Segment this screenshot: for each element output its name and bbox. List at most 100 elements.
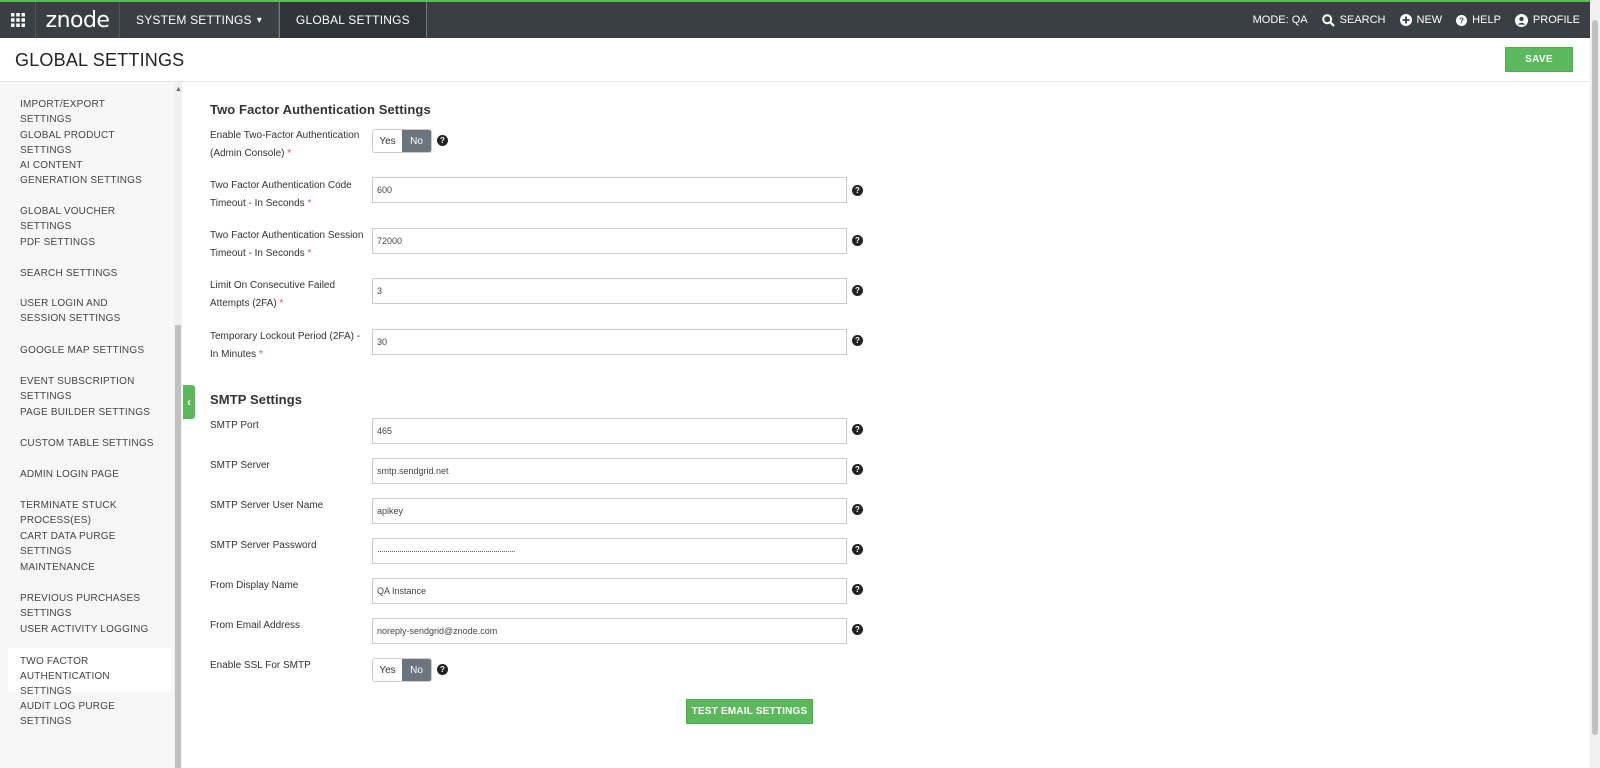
enable-ssl-toggle[interactable]: Yes No	[372, 658, 432, 682]
sidebar-item-event-subscription[interactable]: EVENT SUBSCRIPTION SETTINGS	[8, 374, 171, 404]
question-help-icon[interactable]: ?	[852, 584, 863, 595]
required-mark: *	[279, 298, 284, 309]
page-title: GLOBAL SETTINGS	[15, 50, 185, 70]
page-header: GLOBAL SETTINGS SAVE	[0, 38, 1590, 82]
lockout-period-label-text: Temporary Lockout Period (2FA) - In Minu…	[210, 331, 361, 360]
sidebar-item-terminate-stuck[interactable]: TERMINATE STUCK PROCESS(ES)	[8, 498, 171, 528]
code-timeout-label: Two Factor Authentication Code Timeout -…	[210, 177, 365, 213]
sidebar-item-ai-content[interactable]: AI CONTENT GENERATION SETTINGS	[8, 158, 158, 188]
toggle-no[interactable]: No	[402, 130, 431, 152]
question-help-icon[interactable]: ?	[852, 424, 863, 435]
required-mark: *	[307, 248, 312, 259]
mode-indicator: MODE: QA	[1253, 14, 1308, 26]
test-email-settings-button[interactable]: TEST EMAIL SETTINGS	[686, 699, 813, 724]
enable-ssl-label: Enable SSL For SMTP	[210, 660, 311, 671]
smtp-port-input[interactable]: 465	[372, 418, 847, 444]
app-grid-icon[interactable]	[0, 2, 36, 38]
search-label: SEARCH	[1339, 14, 1386, 26]
svg-text:?: ?	[1459, 16, 1464, 25]
sidebar-item-pdf[interactable]: PDF SETTINGS	[8, 235, 171, 250]
question-help-icon[interactable]: ?	[852, 624, 863, 635]
enable-2fa-toggle[interactable]: Yes No	[372, 129, 432, 153]
smtp-port-label: SMTP Port	[210, 420, 259, 431]
search-icon	[1321, 13, 1335, 27]
profile-button[interactable]: PROFILE	[1514, 13, 1580, 27]
question-help-icon[interactable]: ?	[852, 335, 863, 346]
help-button[interactable]: ? HELP	[1456, 14, 1501, 26]
sidebar-item-maintenance[interactable]: MAINTENANCE	[8, 560, 171, 575]
code-timeout-label-text: Two Factor Authentication Code Timeout -…	[210, 180, 352, 209]
chevron-down-icon: ▾	[256, 14, 262, 26]
new-button[interactable]: NEW	[1399, 14, 1443, 26]
collapse-sidebar-chevron-left-icon[interactable]: ‹	[183, 385, 195, 419]
sidebar-item-google-map[interactable]: GOOGLE MAP SETTINGS	[8, 343, 171, 358]
sidebar-item-search[interactable]: SEARCH SETTINGS	[8, 266, 171, 281]
mode-label: MODE: QA	[1252, 14, 1308, 26]
from-display-name-label: From Display Name	[210, 580, 299, 591]
sidebar-item-global-voucher[interactable]: GLOBAL VOUCHER SETTINGS	[8, 204, 171, 234]
two-factor-section-title: Two Factor Authentication Settings	[210, 102, 431, 117]
smtp-server-label: SMTP Server	[210, 460, 270, 471]
page-scrollbar-thumb[interactable]	[1592, 20, 1598, 735]
question-help-icon[interactable]: ?	[437, 135, 448, 146]
smtp-section-title: SMTP Settings	[210, 392, 303, 407]
profile-label: PROFILE	[1532, 14, 1580, 26]
enable-2fa-label: Enable Two-Factor Authentication (Admin …	[210, 127, 365, 163]
lockout-period-input[interactable]: 30	[372, 329, 847, 355]
sidebar-item-custom-table[interactable]: CUSTOM TABLE SETTINGS	[8, 436, 171, 451]
question-help-icon[interactable]: ?	[852, 285, 863, 296]
sidebar-item-page-builder[interactable]: PAGE BUILDER SETTINGS	[8, 405, 171, 420]
nav-system-settings[interactable]: SYSTEM SETTINGS ▾	[120, 2, 279, 38]
nav-global-settings[interactable]: GLOBAL SETTINGS	[278, 2, 427, 38]
user-circle-icon	[1514, 13, 1528, 27]
question-help-icon[interactable]: ?	[852, 185, 863, 196]
from-email-label: From Email Address	[210, 620, 301, 631]
sidebar-item-cart-data-purge[interactable]: CART DATA PURGE SETTINGS	[8, 529, 171, 559]
sidebar-item-audit-log-purge[interactable]: AUDIT LOG PURGE SETTINGS	[8, 699, 171, 729]
nav-system-settings-label: SYSTEM SETTINGS	[136, 13, 252, 27]
smtp-server-input[interactable]: smtp.sendgrid.net	[372, 458, 847, 484]
new-label: NEW	[1416, 14, 1443, 26]
failed-attempts-label: Limit On Consecutive Failed Attempts (2F…	[210, 277, 365, 313]
znode-logo[interactable]: znode	[36, 2, 120, 38]
question-help-icon[interactable]: ?	[852, 504, 863, 515]
sidebar-item-user-login[interactable]: USER LOGIN AND SESSION SETTINGS	[8, 296, 158, 326]
from-email-input[interactable]: noreply-sendgrid@znode.com	[372, 618, 847, 644]
sidebar-scrollbar-thumb[interactable]	[175, 325, 181, 768]
from-display-name-input[interactable]: QA Instance	[372, 578, 847, 604]
sidebar-item-two-factor[interactable]: TWO FACTOR AUTHENTICATION SETTINGS	[8, 648, 171, 697]
enable-2fa-label-text: Enable Two-Factor Authentication (Admin …	[210, 130, 360, 159]
failed-attempts-input[interactable]: 3	[372, 278, 847, 304]
top-navigation-bar: znode SYSTEM SETTINGS ▾ GLOBAL SETTINGS …	[0, 0, 1600, 38]
sidebar-item-previous-purchases[interactable]: PREVIOUS PURCHASES SETTINGS	[8, 591, 171, 621]
sidebar-item-import-export[interactable]: IMPORT/EXPORT SETTINGS	[8, 97, 171, 127]
lockout-period-label: Temporary Lockout Period (2FA) - In Minu…	[210, 328, 365, 364]
toggle-no[interactable]: No	[402, 659, 431, 681]
session-timeout-label: Two Factor Authentication Session Timeou…	[210, 227, 365, 263]
plus-circle-icon	[1399, 14, 1412, 26]
question-help-icon[interactable]: ?	[437, 664, 448, 675]
failed-attempts-label-text: Limit On Consecutive Failed Attempts (2F…	[210, 280, 336, 309]
code-timeout-input[interactable]: 600	[372, 177, 847, 203]
required-mark: *	[258, 349, 263, 360]
toggle-yes[interactable]: Yes	[373, 659, 402, 681]
sidebar-item-admin-login-page[interactable]: ADMIN LOGIN PAGE	[8, 467, 171, 482]
question-help-icon[interactable]: ?	[852, 544, 863, 555]
smtp-password-label: SMTP Server Password	[210, 540, 317, 551]
toggle-yes[interactable]: Yes	[373, 130, 402, 152]
sidebar-item-global-product[interactable]: GLOBAL PRODUCT SETTINGS	[8, 128, 171, 158]
sidebar-item-user-activity[interactable]: USER ACTIVITY LOGGING	[8, 622, 171, 637]
session-timeout-input[interactable]: 72000	[372, 228, 847, 254]
required-mark: *	[307, 198, 312, 209]
question-circle-icon: ?	[1456, 14, 1468, 26]
smtp-password-input[interactable]: ········································…	[372, 538, 847, 564]
search-button[interactable]: SEARCH	[1321, 13, 1386, 27]
save-button[interactable]: SAVE	[1505, 47, 1573, 72]
help-label: HELP	[1472, 14, 1501, 26]
question-help-icon[interactable]: ?	[852, 464, 863, 475]
scroll-up-arrow-icon[interactable]: ▲	[175, 86, 182, 93]
smtp-user-name-input[interactable]: apikey	[372, 498, 847, 524]
question-help-icon[interactable]: ?	[852, 235, 863, 246]
smtp-user-name-label: SMTP Server User Name	[210, 500, 324, 511]
required-mark: *	[287, 148, 292, 159]
